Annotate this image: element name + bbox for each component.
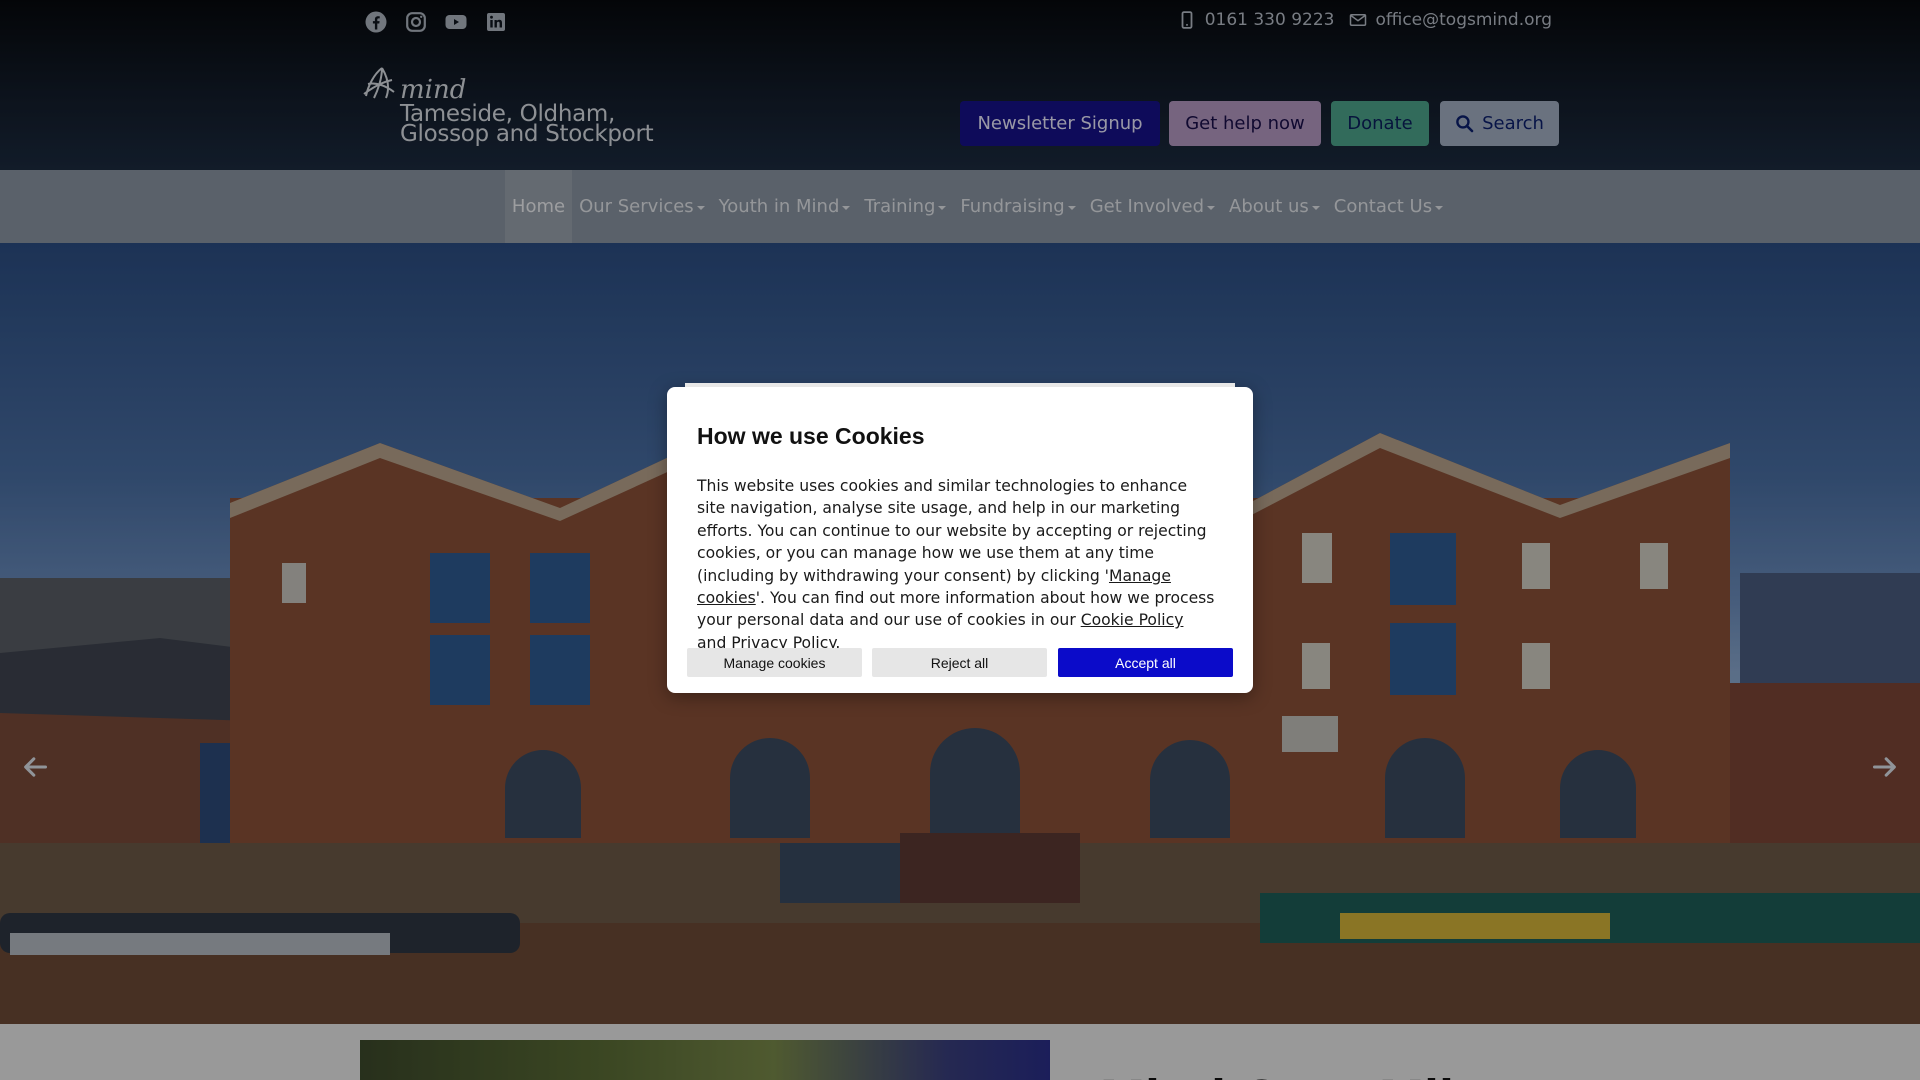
dialog-top-strip [685,383,1235,387]
cookie-consent-dialog: How we use Cookies This website uses coo… [667,383,1253,693]
cookie-dialog-title: How we use Cookies [697,423,925,449]
cookie-dialog-text: This website uses cookies and similar te… [697,475,1217,654]
cookie-policy-link[interactable]: Cookie Policy [1081,611,1184,629]
accept-all-button[interactable]: Accept all [1058,648,1233,677]
manage-cookies-button[interactable]: Manage cookies [687,648,862,677]
reject-all-button[interactable]: Reject all [872,648,1047,677]
